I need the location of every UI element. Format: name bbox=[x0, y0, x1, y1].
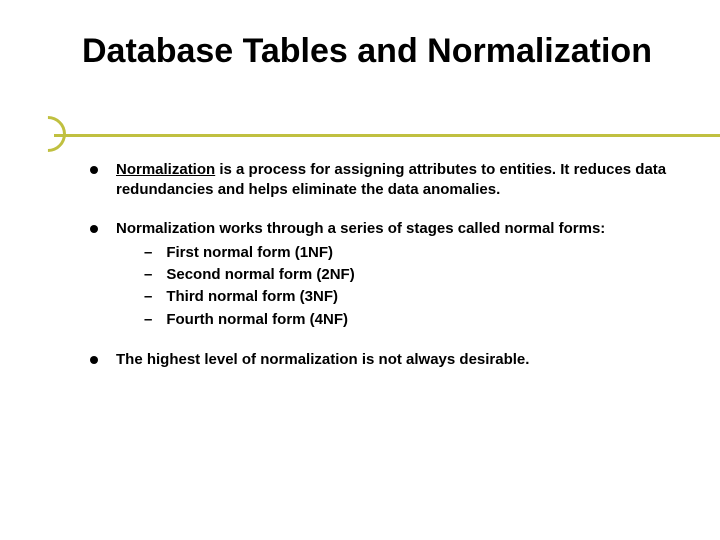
slide-content: Normalization is a process for assigning… bbox=[90, 160, 670, 388]
sub-list: – First normal form (1NF) – Second norma… bbox=[144, 243, 670, 330]
bullet-item: The highest level of normalization is no… bbox=[90, 350, 670, 370]
bullet-item: Normalization is a process for assigning… bbox=[90, 160, 670, 201]
sub-item: – Fourth normal form (4NF) bbox=[144, 310, 670, 330]
sub-text: Third normal form (3NF) bbox=[166, 287, 338, 307]
sub-text: Second normal form (2NF) bbox=[166, 265, 354, 285]
dash-icon: – bbox=[144, 243, 152, 263]
bullet-disc-icon bbox=[90, 356, 98, 364]
bullet-text: The highest level of normalization is no… bbox=[116, 350, 670, 370]
sub-item: – Second normal form (2NF) bbox=[144, 265, 670, 285]
slide-title: Database Tables and Normalization bbox=[82, 32, 680, 70]
sub-text: First normal form (1NF) bbox=[166, 243, 333, 263]
bullet-text: Normalization is a process for assigning… bbox=[116, 160, 670, 201]
bullet-disc-icon bbox=[90, 166, 98, 174]
bullet-text: Normalization works through a series of … bbox=[116, 219, 670, 332]
underline-line bbox=[54, 134, 720, 137]
dash-icon: – bbox=[144, 310, 152, 330]
bullet-underlined-word: Normalization bbox=[116, 161, 215, 178]
sub-text: Fourth normal form (4NF) bbox=[166, 310, 348, 330]
dash-icon: – bbox=[144, 287, 152, 307]
sub-item: – First normal form (1NF) bbox=[144, 243, 670, 263]
bullet-disc-icon bbox=[90, 225, 98, 233]
bullet-main-text: Normalization works through a series of … bbox=[116, 220, 605, 237]
title-underline bbox=[0, 123, 720, 147]
slide-title-block: Database Tables and Normalization bbox=[82, 32, 680, 70]
bullet-item: Normalization works through a series of … bbox=[90, 219, 670, 332]
dash-icon: – bbox=[144, 265, 152, 285]
sub-item: – Third normal form (3NF) bbox=[144, 287, 670, 307]
